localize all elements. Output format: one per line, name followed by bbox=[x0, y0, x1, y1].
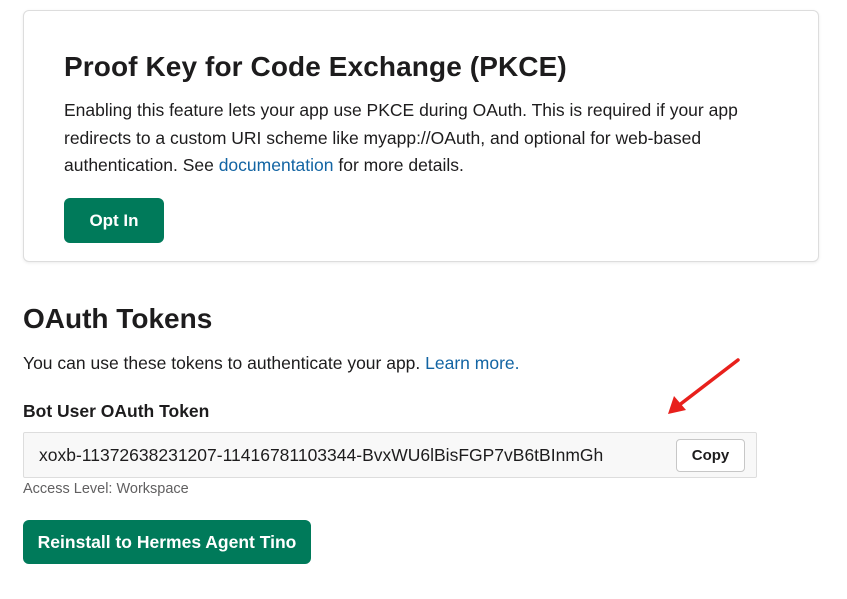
oauth-tokens-title: OAuth Tokens bbox=[23, 303, 213, 334]
bot-token-value[interactable]: xoxb-11372638231207-11416781103344-BvxWU… bbox=[39, 445, 675, 466]
learn-more-link[interactable]: Learn more. bbox=[425, 353, 519, 373]
reinstall-app-button[interactable]: Reinstall to Hermes Agent Tino bbox=[23, 520, 311, 564]
oauth-tokens-description-text: You can use these tokens to authenticate… bbox=[23, 353, 426, 373]
pkce-title: Proof Key for Code Exchange (PKCE) bbox=[64, 51, 567, 82]
access-level-text: Access Level: Workspace bbox=[23, 481, 189, 497]
red-arrow-annotation-icon bbox=[668, 358, 740, 414]
bot-token-field[interactable]: xoxb-11372638231207-11416781103344-BvxWU… bbox=[23, 432, 757, 478]
oauth-tokens-description: You can use these tokens to authenticate… bbox=[23, 351, 520, 375]
copy-token-button[interactable]: Copy bbox=[676, 439, 745, 472]
documentation-link[interactable]: documentation bbox=[219, 155, 334, 175]
app-settings-page: Proof Key for Code Exchange (PKCE) Enabl… bbox=[0, 0, 847, 599]
pkce-card: Proof Key for Code Exchange (PKCE) Enabl… bbox=[23, 10, 819, 262]
pkce-description: Enabling this feature lets your app use … bbox=[64, 97, 784, 180]
opt-in-button[interactable]: Opt In bbox=[64, 198, 164, 243]
bot-token-label: Bot User OAuth Token bbox=[23, 401, 210, 421]
pkce-description-tail: for more details. bbox=[333, 155, 464, 175]
